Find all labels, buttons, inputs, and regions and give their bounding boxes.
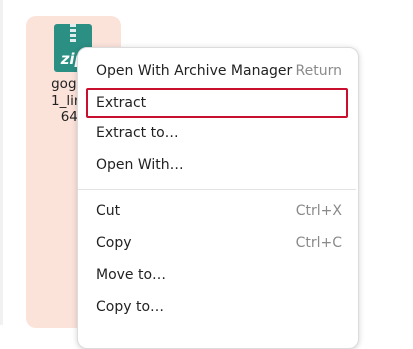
menu-item-open-with-archive-manager[interactable]: Open With Archive Manager Return [86, 56, 348, 86]
desktop: zip gogs_0 1_linux 64.z Open With Archiv… [0, 0, 413, 349]
menu-item-shortcut: Ctrl+C [295, 235, 342, 251]
menu-item-label: Cut [96, 203, 121, 219]
menu-item-label: Extract [96, 95, 147, 111]
menu-item-move-to[interactable]: Move to… [86, 260, 348, 290]
menu-item-label: Copy [96, 235, 132, 251]
menu-item-extract[interactable]: Extract [86, 88, 348, 118]
menu-item-label: Move to… [96, 267, 167, 283]
menu-separator [78, 189, 356, 190]
menu-item-label: Copy to… [96, 299, 165, 315]
menu-item-extract-to[interactable]: Extract to… [86, 118, 348, 148]
menu-item-cut[interactable]: Cut Ctrl+X [86, 196, 348, 226]
menu-item-open-with[interactable]: Open With… [86, 150, 348, 180]
context-menu: Open With Archive Manager Return Extract… [77, 47, 359, 349]
menu-item-copy[interactable]: Copy Ctrl+C [86, 228, 348, 258]
menu-item-label: Open With Archive Manager [96, 63, 293, 79]
window-edge [0, 0, 3, 325]
menu-item-label: Extract to… [96, 125, 179, 141]
menu-item-shortcut: Ctrl+X [295, 203, 342, 219]
menu-item-copy-to[interactable]: Copy to… [86, 292, 348, 322]
menu-item-shortcut: Return [295, 63, 342, 79]
menu-item-label: Open With… [96, 157, 184, 173]
